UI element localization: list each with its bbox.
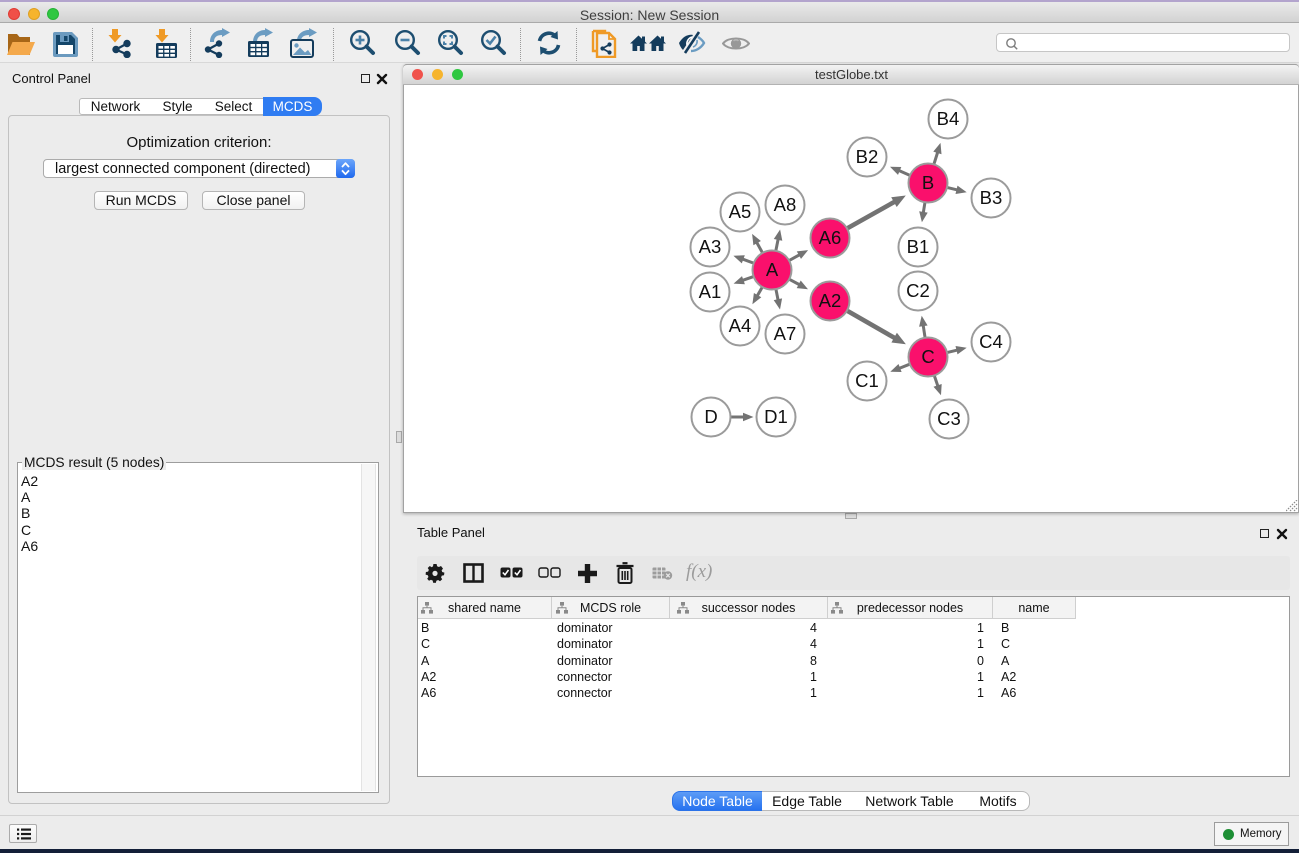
svg-text:C3: C3 [937,408,961,429]
svg-text:C2: C2 [906,280,930,301]
svg-text:B1: B1 [907,236,930,257]
svg-text:C: C [921,346,934,367]
svg-text:B3: B3 [980,187,1003,208]
svg-text:A1: A1 [699,281,722,302]
svg-text:C4: C4 [979,331,1003,352]
svg-text:D: D [704,406,717,427]
svg-text:B4: B4 [937,108,960,129]
svg-text:A3: A3 [699,236,722,257]
svg-text:A4: A4 [729,315,752,336]
svg-text:A6: A6 [819,227,842,248]
svg-text:B2: B2 [856,146,879,167]
svg-text:C1: C1 [855,370,879,391]
svg-text:A: A [766,259,779,280]
svg-text:A7: A7 [774,323,797,344]
svg-text:A2: A2 [819,290,842,311]
svg-text:A8: A8 [774,194,797,215]
svg-text:D1: D1 [764,406,788,427]
svg-text:B: B [922,172,934,193]
svg-text:A5: A5 [729,201,752,222]
